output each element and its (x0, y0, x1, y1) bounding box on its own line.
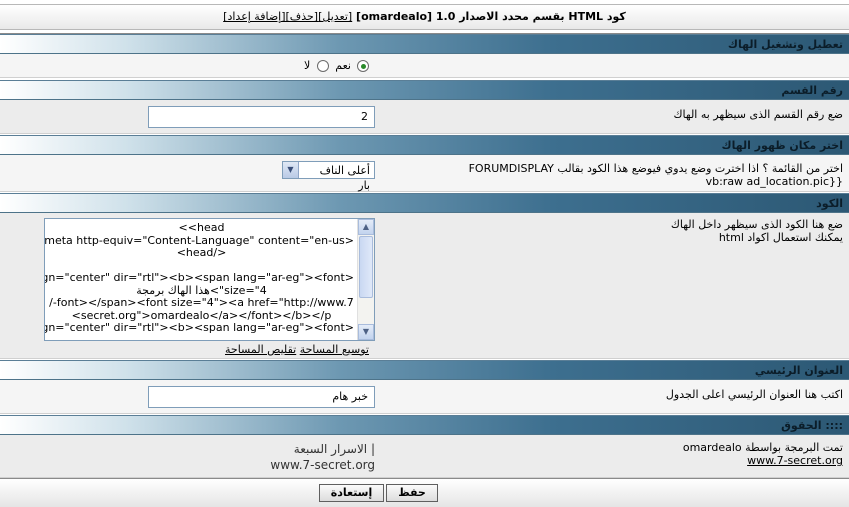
reset-button[interactable]: إستعادة (319, 484, 384, 502)
forum-id-input[interactable]: 2 (148, 106, 375, 128)
code-scrollbar[interactable]: ▲ ▼ (357, 219, 374, 340)
code-label: ضع هنا الكود الذى سيظهر داخل الهاك يمكنك… (671, 218, 843, 244)
section-header-rights: :::: الحقوق (0, 415, 849, 435)
title-bar: كود HTML بقسم محدد الاصدار 1.0 [omardeal… (0, 0, 849, 34)
arrow-up-icon[interactable]: ▲ (358, 219, 374, 235)
delete-link[interactable]: [حذف] (286, 10, 319, 23)
code-row: ضع هنا الكود الذى سيظهر داخل الهاك يمكنك… (0, 213, 849, 359)
credit-line2: www.7-secret.org (270, 458, 375, 472)
location-label-line2: {{vb:raw ad_location.pic (705, 175, 843, 188)
code-line: <p align="center" dir="rtl"><b><span lan… (44, 321, 354, 334)
code-label-line2: يمكنك استعمال اكواد html (718, 231, 843, 244)
save-button[interactable]: حفظ (386, 484, 438, 502)
location-label: اختر من القائمة ؟ اذا اخترت وضع يدوي فيو… (469, 162, 843, 188)
expand-area-link[interactable]: توسيع المساحة (300, 343, 369, 356)
code-label-line1: ضع هنا الكود الذى سيظهر داخل الهاك (670, 218, 843, 231)
edit-link[interactable]: [تعديل] (318, 10, 352, 23)
code-line: <p align="center" dir="rtl"><b><span lan… (44, 271, 354, 284)
credits-block: | الاسرار السبعة www.7-secret.org (270, 441, 375, 473)
location-label-line1: اختر من القائمة ؟ اذا اخترت وضع يدوي فيو… (468, 162, 843, 175)
toggle-row: نعم لا (0, 54, 849, 78)
main-title-input[interactable]: خبر هام (148, 386, 375, 408)
forum-label: ضع رقم القسم الذى سيظهر به الهاك (673, 108, 843, 121)
radio-yes[interactable] (357, 60, 370, 72)
section-header-location: اختر مكان ظهور الهاك (0, 135, 849, 155)
credit-line1: | الاسرار السبعة (293, 442, 375, 456)
main-title-label: اكتب هنا العنوان الرئيسي اعلى الجدول (665, 388, 843, 401)
section-header-code: الكود (0, 193, 849, 213)
rights-row: تمت البرمجة بواسطة omardealo www.7-secre… (0, 435, 849, 478)
radio-yes-label: نعم (335, 59, 351, 72)
arrow-down-icon[interactable]: ▼ (358, 324, 374, 340)
section-header-forum: رقم القسم (0, 80, 849, 100)
location-select[interactable]: أعلى الناف بار ▼ (282, 161, 375, 192)
title-links: [تعديل][حذف][إضافة إعداد] (223, 10, 352, 23)
shrink-area-link[interactable]: تقليص المساحة (225, 343, 296, 356)
product-name: كود HTML بقسم محدد الاصدار 1.0 [omardeal… (356, 10, 626, 23)
code-line: </head> (176, 246, 227, 259)
form-footer: حفظ إستعادة (0, 478, 849, 507)
code-line: head>> (178, 221, 225, 234)
code-line: font></span><font size="4"><a href="http… (49, 296, 354, 309)
section-header-main-title: العنوان الرئيسي (0, 360, 849, 380)
resize-links: توسيع المساحة تقليص المساحة (225, 343, 369, 356)
chevron-down-icon[interactable]: ▼ (283, 162, 299, 178)
toggle-radio-group: نعم لا (304, 59, 372, 72)
radio-no-label: لا (304, 59, 311, 72)
location-row: اختر من القائمة ؟ اذا اخترت وضع يدوي فيو… (0, 155, 849, 192)
code-text: head>> <meta http-equiv="Content-Languag… (44, 221, 354, 335)
rights-label: تمت البرمجة بواسطة omardealo www.7-secre… (683, 441, 843, 467)
scrollbar-thumb[interactable] (359, 236, 373, 298)
rights-link[interactable]: www.7-secret.org (747, 454, 843, 467)
rights-label-line1: تمت البرمجة بواسطة omardealo (682, 441, 843, 454)
settings-page: كود HTML بقسم محدد الاصدار 1.0 [omardeal… (0, 0, 849, 507)
product-title: كود HTML بقسم محدد الاصدار 1.0 [omardeal… (0, 4, 849, 30)
section-header-toggle: تعطيل وتشغيل الهاك (0, 34, 849, 54)
forum-row: ضع رقم القسم الذى سيظهر به الهاك 2 (0, 100, 849, 134)
add-setting-link[interactable]: [إضافة إعداد] (223, 10, 285, 23)
code-textarea[interactable]: head>> <meta http-equiv="Content-Languag… (44, 218, 375, 341)
main-title-row: اكتب هنا العنوان الرئيسي اعلى الجدول خبر… (0, 380, 849, 414)
radio-no[interactable] (316, 60, 329, 72)
location-select-value: أعلى الناف بار (319, 164, 370, 192)
